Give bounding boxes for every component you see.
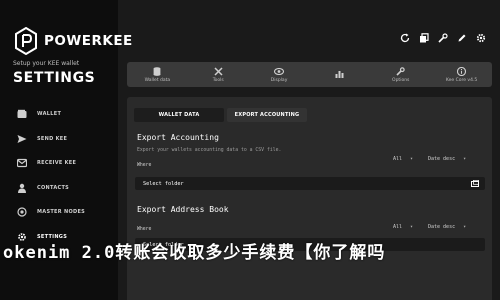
sidebar-item-label: SEND KEE [37, 135, 68, 142]
tab-tools[interactable]: Tools [188, 62, 249, 87]
setup-subtitle: Setup your KEE wallet [13, 60, 80, 67]
bar-chart-icon [335, 69, 344, 79]
pen-icon[interactable] [455, 31, 469, 45]
sidebar-item-send-kee[interactable]: SEND KEE [0, 127, 118, 152]
where-label: Where [137, 227, 152, 232]
folder-field[interactable]: Select folder [135, 177, 485, 190]
eye-icon [274, 66, 285, 76]
sort-value: Date desc [428, 224, 456, 230]
sidebar-item-label: CONTACTS [37, 184, 70, 191]
chevron-down-icon: ▾ [463, 224, 467, 230]
sidebar-nav: WALLET SEND KEE RECEIVE KEE CONTACTS MAS… [0, 102, 118, 249]
filter-value: All [393, 156, 403, 162]
chevron-down-icon: ▾ [463, 156, 467, 162]
refresh-icon[interactable] [398, 31, 412, 45]
wrench-icon [396, 66, 405, 76]
master-nodes-icon [15, 205, 29, 219]
tab-kee-core[interactable]: Kee Core v4.5 [431, 62, 492, 87]
folder-icon[interactable] [471, 180, 479, 187]
tab-label: Options [392, 78, 410, 83]
tab-label: Display [270, 78, 288, 83]
tools-icon [214, 66, 223, 76]
export-accounting-description: Export your wallets accounting data to a… [137, 148, 282, 153]
info-icon [457, 66, 467, 76]
export-accounting-title: Export Accounting [137, 133, 219, 142]
overlay-title-text: okenim 2.0转账会收取多少手续费【你了解吗 [3, 243, 386, 263]
sort-value: Date desc [428, 156, 456, 162]
sidebar-item-label: MASTER NODES [37, 209, 86, 216]
sort-select[interactable]: Date desc ▾ [428, 224, 466, 230]
contacts-icon [15, 181, 29, 195]
send-icon [15, 132, 29, 146]
receive-icon [15, 156, 29, 170]
filter-select[interactable]: All ▾ [393, 224, 413, 230]
settings-icon[interactable] [474, 31, 488, 45]
header-actions [398, 31, 488, 45]
subtab-wallet-data[interactable]: WALLET DATA [134, 108, 224, 122]
tab-wallet-data[interactable]: Wallet data [127, 62, 188, 87]
sidebar-item-label: RECEIVE KEE [37, 160, 77, 167]
copy-icon[interactable] [417, 31, 431, 45]
tab-label: Tools [212, 78, 224, 83]
sidebar-item-wallet[interactable]: WALLET [0, 102, 118, 127]
tab-options[interactable]: Options [370, 62, 431, 87]
page-title: SETTINGS [13, 70, 96, 86]
powerkee-logo-icon [15, 27, 37, 55]
sidebar-item-receive-kee[interactable]: RECEIVE KEE [0, 151, 118, 176]
filter-select[interactable]: All ▾ [393, 156, 413, 162]
chevron-down-icon: ▾ [410, 156, 414, 162]
where-label: Where [137, 163, 152, 168]
database-icon [153, 66, 161, 76]
wallet-icon [15, 107, 29, 121]
sidebar-item-contacts[interactable]: CONTACTS [0, 176, 118, 201]
tab-display[interactable]: Display [249, 62, 310, 87]
settings-tab-strip: Wallet data Tools Display Options Kee Co… [127, 62, 492, 87]
sort-select[interactable]: Date desc ▾ [428, 156, 466, 162]
chevron-down-icon: ▾ [410, 224, 414, 230]
tab-label: Wallet data [144, 78, 171, 83]
sidebar-item-label: WALLET [37, 111, 62, 118]
tab-label: Kee Core v4.5 [445, 78, 478, 83]
main-panel: WALLET DATA EXPORT ACCOUNTING Export Acc… [127, 97, 492, 300]
brand-name: POWERKEE [44, 33, 133, 49]
export-address-book-title: Export Address Book [137, 205, 229, 214]
subtab-bar: WALLET DATA EXPORT ACCOUNTING [127, 108, 492, 122]
sidebar-item-master-nodes[interactable]: MASTER NODES [0, 200, 118, 225]
filter-value: All [393, 224, 403, 230]
folder-field-value: Select folder [143, 180, 184, 187]
tab-charts[interactable] [309, 62, 370, 87]
subtab-export-accounting[interactable]: EXPORT ACCOUNTING [227, 108, 307, 122]
tool-icon[interactable] [436, 31, 450, 45]
